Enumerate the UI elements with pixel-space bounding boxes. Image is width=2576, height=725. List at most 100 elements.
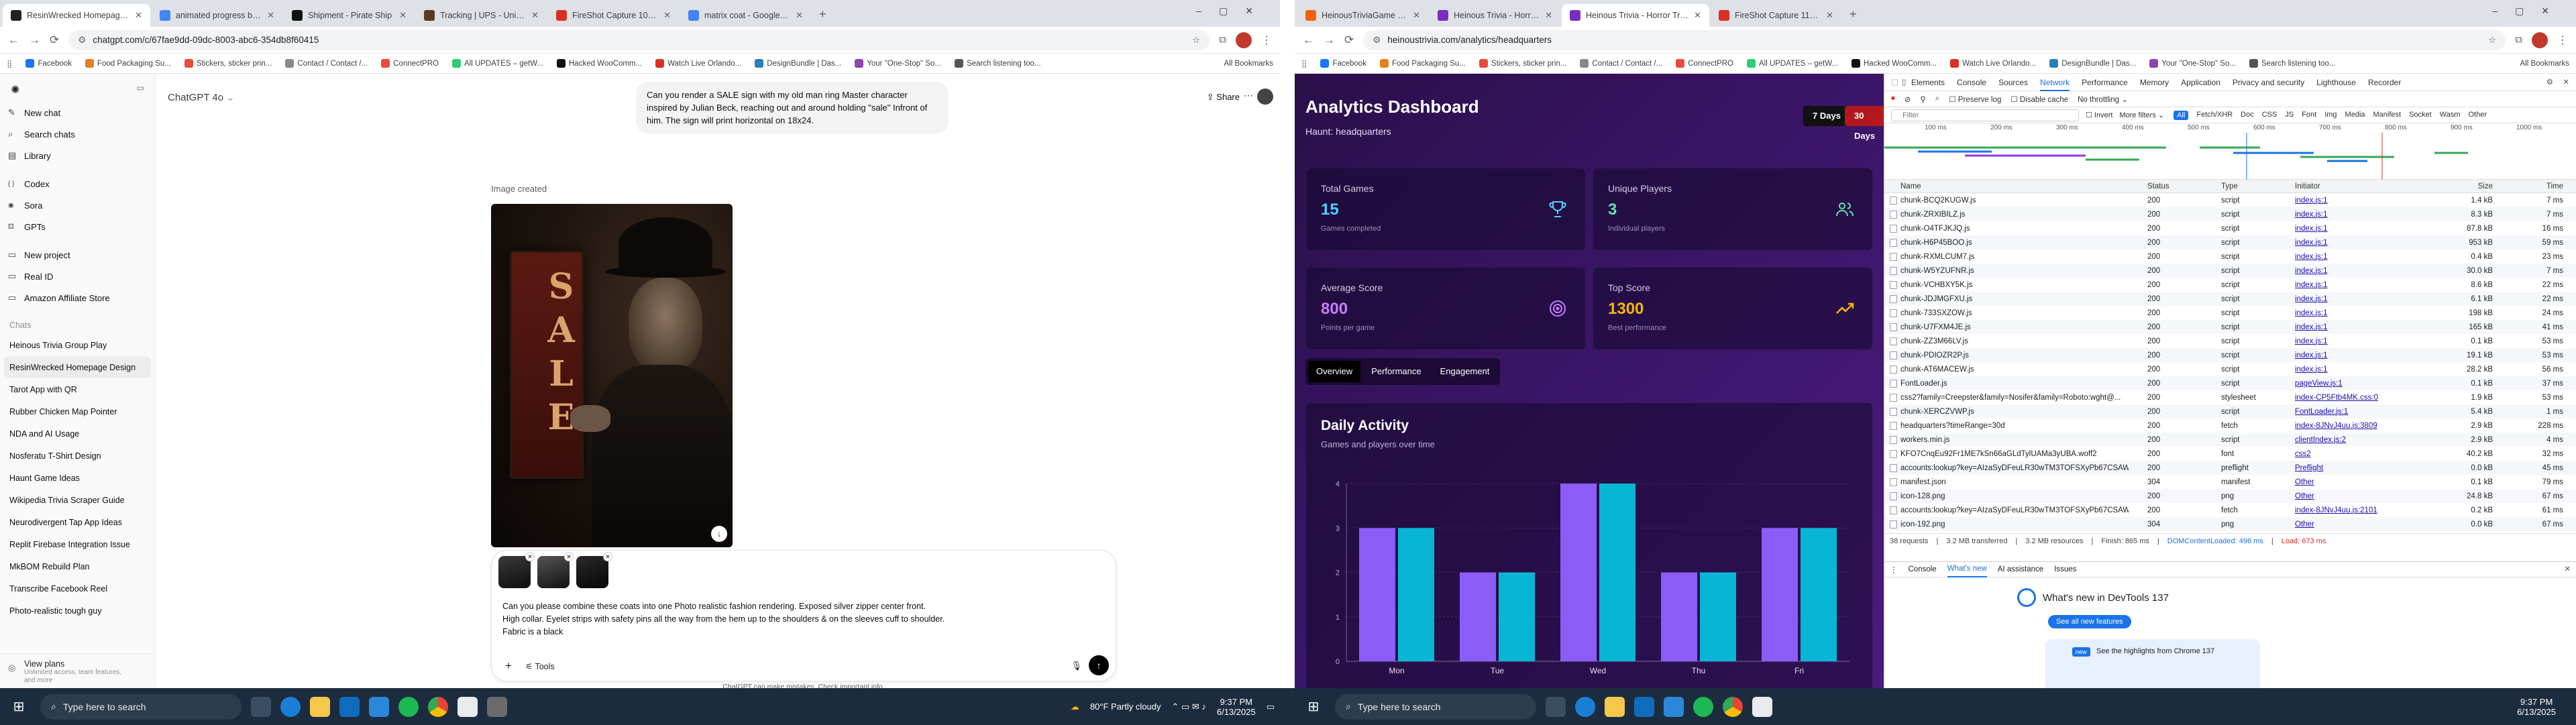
store-icon[interactable]: [339, 696, 360, 717]
bookmark-item[interactable]: Watch Live Orlando...: [1950, 59, 2036, 68]
app-icon[interactable]: [487, 696, 507, 717]
inspect-element-icon[interactable]: ⬚: [1891, 77, 1898, 87]
cell-initiator[interactable]: index.js:1: [2295, 197, 2412, 205]
filter-type-button[interactable]: JS: [2285, 111, 2294, 120]
app-icon[interactable]: [1752, 696, 1772, 717]
bookmark-item[interactable]: Your "One-Stop" So...: [855, 59, 941, 68]
cell-initiator[interactable]: pageView.js:1: [2295, 380, 2412, 388]
cell-initiator[interactable]: index.js:1: [2295, 239, 2412, 247]
network-row[interactable]: chunk-O4TFJKJQ.js 200 script index.js:1 87.8…: [1884, 221, 2576, 235]
sidebar-project[interactable]: ▭ New project: [0, 244, 155, 266]
model-selector[interactable]: ChatGPT 4o ⌄: [168, 91, 235, 103]
apps-grid-icon[interactable]: ⣿: [1301, 59, 1307, 68]
view-tab[interactable]: Overview: [1308, 361, 1361, 382]
tab-close-icon[interactable]: ✕: [796, 10, 803, 21]
tray-icons[interactable]: ⌃ ▭ ✉ ♪: [1171, 702, 1205, 712]
browser-tab[interactable]: ResinWrecked Homepage Des ✕: [3, 4, 150, 27]
network-row[interactable]: FontLoader.js 200 script pageView.js:1 0.1 k…: [1884, 376, 2576, 390]
more-filters-button[interactable]: More filters ⌄: [2119, 111, 2164, 119]
sidebar-chat[interactable]: Replit Firebase Integration Issue: [0, 533, 155, 555]
menu-icon[interactable]: ⋮: [2557, 34, 2568, 47]
bookmark-item[interactable]: Food Packaging Su...: [1379, 59, 1466, 68]
devtools-tab[interactable]: Memory: [2140, 78, 2169, 87]
edge-icon[interactable]: [1575, 696, 1595, 717]
remove-attachment-icon[interactable]: ✕: [525, 552, 535, 561]
sidebar-chat[interactable]: NDA and AI Usage: [0, 423, 155, 445]
sidebar-chat[interactable]: Haunt Game Ideas: [0, 467, 155, 489]
clock[interactable]: 9:37 PM 6/13/2025: [2517, 697, 2556, 717]
browser-tab[interactable]: animated progress bars - Goo ✕: [152, 4, 282, 27]
bar-series-2-thu[interactable]: [1700, 572, 1736, 662]
tab-close-icon[interactable]: ✕: [1545, 10, 1552, 21]
window-controls[interactable]: –▢✕: [1196, 5, 1271, 17]
tab-close-icon[interactable]: ✕: [531, 10, 539, 21]
highlights-card[interactable]: new See the highlights from Chrome 137: [2045, 639, 2260, 693]
weather-text[interactable]: 80°F Partly cloudy: [1090, 702, 1161, 712]
devtools-tab[interactable]: Application: [2181, 78, 2220, 87]
sidebar-item-codex[interactable]: { } Codex: [0, 173, 155, 194]
cell-initiator[interactable]: clientIndex.js:2: [2295, 436, 2412, 444]
filter-type-button[interactable]: All: [2174, 110, 2189, 120]
network-row[interactable]: chunk-VCHBXY5K.js 200 script index.js:1 8.6 …: [1884, 278, 2576, 292]
reload-icon[interactable]: ⟳: [1344, 34, 1354, 47]
bar-series-2-tue[interactable]: [1499, 572, 1535, 662]
edge-icon[interactable]: [280, 696, 301, 717]
bookmark-item[interactable]: Hacked WooComm...: [557, 59, 642, 68]
filter-input[interactable]: [1891, 109, 2079, 121]
bookmark-item[interactable]: Search listening too...: [2249, 59, 2336, 68]
sidebar-chat[interactable]: Nosferatu T-Shirt Design: [0, 445, 155, 467]
browser-tab[interactable]: Heinous Trivia - Horror Trivia G ✕: [1430, 4, 1560, 27]
chrome-icon[interactable]: [1723, 696, 1743, 717]
sidebar-chat[interactable]: Photo-realistic tough guy: [0, 600, 155, 622]
devtools-tab[interactable]: Network: [2040, 74, 2070, 91]
tab-close-icon[interactable]: ✕: [135, 10, 142, 21]
network-row[interactable]: chunk-JDJMGFXU.js 200 script index.js:1 6.1 …: [1884, 292, 2576, 306]
attached-image-thumb[interactable]: ✕: [498, 552, 535, 588]
mic-icon[interactable]: 🎙: [1071, 661, 1082, 671]
cell-initiator[interactable]: index.js:1: [2295, 323, 2412, 331]
tab-close-icon[interactable]: ✕: [1413, 10, 1420, 21]
generated-image[interactable]: SALE ↓: [491, 204, 733, 547]
network-row[interactable]: chunk-733SXZOW.js 200 script index.js:1 198 …: [1884, 306, 2576, 320]
bookmark-item[interactable]: Facebook: [25, 59, 72, 68]
left-omnibox[interactable]: ⚙ chatgpt.com/c/67fae9dd-09dc-8003-abc6-…: [68, 30, 1210, 50]
site-info-icon[interactable]: ⚙: [78, 35, 86, 46]
cell-initiator[interactable]: Other: [2295, 478, 2412, 486]
network-row[interactable]: icon-128.png 200 png Other 24.8 kB 67 ms: [1884, 489, 2576, 503]
preserve-log-checkbox[interactable]: ☐ Preserve log: [1949, 95, 2001, 104]
column-header[interactable]: Time: [2500, 182, 2563, 190]
browser-tab[interactable]: Tracking | UPS - United States ✕: [416, 4, 547, 27]
devtools-tab[interactable]: Console: [1957, 78, 1986, 87]
sidebar-project[interactable]: ▭ Amazon Affiliate Store: [0, 287, 155, 309]
site-info-icon[interactable]: ⚙: [1373, 35, 1381, 46]
bookmark-item[interactable]: Stickers, sticker prin...: [1479, 59, 1566, 68]
task-view-icon[interactable]: [1546, 696, 1566, 717]
cell-initiator[interactable]: index.js:1: [2295, 351, 2412, 359]
bookmark-item[interactable]: All UPDATES – getW...: [451, 59, 543, 68]
cell-initiator[interactable]: index.js:1: [2295, 309, 2412, 317]
new-tab-button[interactable]: +: [1849, 7, 1857, 21]
tab-close-icon[interactable]: ✕: [399, 10, 407, 21]
bookmark-item[interactable]: Stickers, sticker prin...: [184, 59, 272, 68]
browser-tab[interactable]: FireShot Capture 1095 - Tracki ✕: [548, 4, 679, 27]
cell-initiator[interactable]: index.js:1: [2295, 225, 2412, 233]
cell-initiator[interactable]: index.js:1: [2295, 281, 2412, 289]
devtools-tab[interactable]: Recorder: [2368, 78, 2401, 87]
bookmark-item[interactable]: Contact / Contact /...: [285, 59, 368, 68]
network-row[interactable]: accounts:lookup?key=AIzaSyDFeuLR30wTM3TO…: [1884, 461, 2576, 475]
filter-type-button[interactable]: Font: [2302, 111, 2316, 120]
more-options-icon[interactable]: ⋯: [1244, 90, 1253, 101]
record-icon[interactable]: ⏺: [1891, 95, 1895, 103]
bar-series-1-fri[interactable]: [1762, 528, 1798, 661]
filter-type-button[interactable]: Manifest: [2373, 111, 2402, 120]
all-bookmarks[interactable]: All Bookmarks: [1224, 60, 1274, 68]
store-icon[interactable]: [1634, 696, 1654, 717]
drawer-tab[interactable]: AI assistance: [1998, 565, 2043, 573]
composer-input[interactable]: Can you please combine these coats into …: [502, 600, 945, 638]
sidebar-item-sora[interactable]: ◉ Sora: [0, 194, 155, 216]
network-row[interactable]: chunk-U7FXM4JE.js 200 script index.js:1 165 …: [1884, 320, 2576, 334]
devtools-tab[interactable]: Privacy and security: [2233, 78, 2304, 87]
clear-icon[interactable]: ⊘: [1904, 95, 1911, 104]
notification-icon[interactable]: ▭: [1267, 702, 1275, 712]
spotify-icon[interactable]: [1693, 696, 1713, 717]
